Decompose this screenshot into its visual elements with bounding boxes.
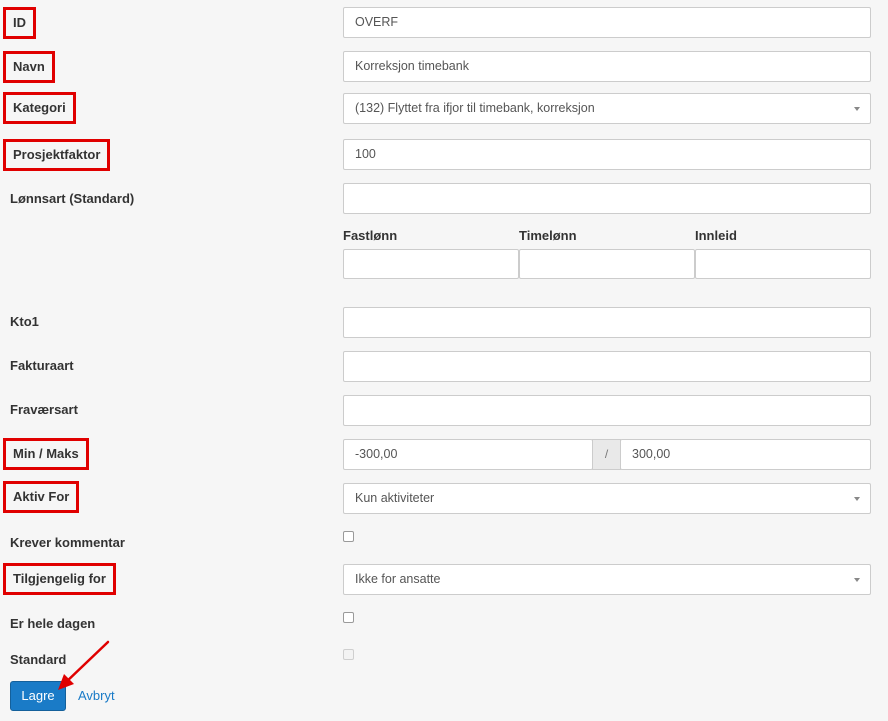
- fravaersart-field[interactable]: [343, 395, 871, 426]
- chevron-down-icon: [854, 107, 860, 111]
- krever-kommentar-label: Krever kommentar: [10, 535, 125, 550]
- krever-kommentar-checkbox[interactable]: [343, 531, 354, 542]
- annotation-arrow-icon: [58, 640, 110, 690]
- innleid-label: Innleid: [695, 228, 737, 243]
- timelonn-field[interactable]: [519, 249, 695, 279]
- kto1-field[interactable]: [343, 307, 871, 338]
- aktiv-for-label: Aktiv For: [3, 481, 80, 513]
- tilgjengelig-for-label: Tilgjengelig for: [3, 563, 116, 595]
- lonnsart-field[interactable]: [343, 183, 871, 214]
- prosjektfaktor-field[interactable]: 100: [343, 139, 871, 170]
- er-hele-dagen-checkbox[interactable]: [343, 612, 354, 623]
- max-field[interactable]: 300,00: [620, 439, 871, 470]
- fastlonn-label: Fastlønn: [343, 228, 398, 243]
- aktiv-for-select[interactable]: Kun aktiviteter: [343, 483, 871, 514]
- min-maks-label: Min / Maks: [3, 438, 89, 470]
- fakturaart-label: Fakturaart: [10, 358, 74, 373]
- min-field[interactable]: -300,00: [343, 439, 593, 470]
- tilgjengelig-for-select[interactable]: Ikke for ansatte: [343, 564, 871, 595]
- kategori-label: Kategori: [3, 92, 76, 124]
- timelonn-label: Timelønn: [519, 228, 577, 243]
- chevron-down-icon: [854, 578, 860, 582]
- kto1-label: Kto1: [10, 314, 39, 329]
- fakturaart-field[interactable]: [343, 351, 871, 382]
- prosjektfaktor-label: Prosjektfaktor: [3, 139, 111, 171]
- kategori-select[interactable]: (132) Flyttet fra ifjor til timebank, ko…: [343, 93, 871, 124]
- id-label: ID: [3, 7, 36, 39]
- navn-label: Navn: [3, 51, 55, 83]
- chevron-down-icon: [854, 497, 860, 501]
- fravaersart-label: Fraværsart: [10, 402, 78, 417]
- form-page: ID OVERF Navn Korreksjon timebank Katego…: [0, 0, 888, 721]
- min-max-separator: /: [592, 439, 621, 470]
- standard-checkbox: [343, 649, 354, 660]
- id-field[interactable]: OVERF: [343, 7, 871, 38]
- navn-field[interactable]: Korreksjon timebank: [343, 51, 871, 82]
- fastlonn-field[interactable]: [343, 249, 519, 279]
- lonnsart-label: Lønnsart (Standard): [10, 191, 135, 206]
- innleid-field[interactable]: [695, 249, 871, 279]
- er-hele-dagen-label: Er hele dagen: [10, 616, 96, 631]
